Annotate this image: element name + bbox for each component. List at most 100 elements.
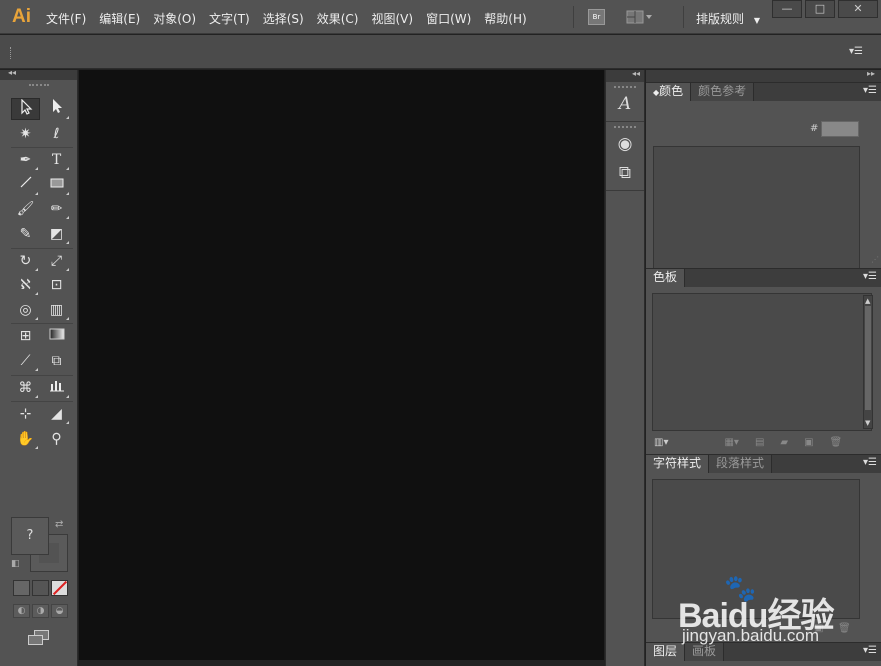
- collapse-arrows-icon[interactable]: ◂◂: [632, 69, 640, 78]
- blob-brush-tool[interactable]: ✎: [11, 223, 40, 245]
- none-mode-button[interactable]: [51, 580, 68, 596]
- color-mode-button[interactable]: [13, 580, 30, 596]
- shape-builder-tool[interactable]: ◎: [11, 299, 40, 321]
- swatches-panel: 色板 ▾☰ ▲ ▼ ▥▾ ▦▾ ▤ ▰ ▣ 🗑: [646, 268, 881, 452]
- menu-type[interactable]: 文字(T): [209, 10, 250, 27]
- rotate-tool[interactable]: ↻: [11, 250, 40, 272]
- swatches-list[interactable]: [652, 293, 872, 431]
- symbol-sprayer-tool[interactable]: ⌘: [11, 377, 40, 399]
- control-bar-grip[interactable]: [10, 47, 13, 59]
- resize-grip-icon[interactable]: ⋰: [871, 255, 879, 264]
- tab-swatches[interactable]: 色板: [646, 269, 686, 287]
- hex-label: #: [810, 123, 819, 134]
- gradient-mode-button[interactable]: [32, 580, 49, 596]
- app-logo: Ai: [12, 6, 31, 27]
- scroll-down-icon[interactable]: ▼: [865, 419, 870, 427]
- draw-inside-icon[interactable]: ◒: [51, 604, 68, 618]
- draw-normal-icon[interactable]: ◐: [13, 604, 30, 618]
- default-fill-stroke-icon[interactable]: ◧: [11, 559, 20, 569]
- screen-mode-button[interactable]: [28, 630, 50, 646]
- paintbrush-tool[interactable]: 🖌: [11, 198, 40, 220]
- arrange-documents-button[interactable]: [626, 10, 654, 27]
- panel-menu-icon[interactable]: ▾☰: [863, 271, 877, 282]
- rectangle-tool[interactable]: [42, 174, 71, 196]
- menu-help[interactable]: 帮助(H): [484, 10, 526, 27]
- scale-tool[interactable]: ⤢: [42, 250, 71, 272]
- color-spectrum[interactable]: [653, 146, 860, 272]
- panel-menu-icon[interactable]: ▾☰: [863, 85, 877, 96]
- collapse-arrows-icon[interactable]: ◂◂: [8, 68, 16, 77]
- eyedropper-tool[interactable]: ⟋: [11, 350, 40, 372]
- line-segment-tool[interactable]: [11, 174, 40, 196]
- workspace-switcher[interactable]: 排版规则 ▼: [696, 10, 760, 27]
- free-transform-tool[interactable]: ⊡: [42, 274, 71, 296]
- swatches-scrollbar[interactable]: ▲ ▼: [863, 295, 873, 429]
- pencil-tool[interactable]: ✏: [42, 198, 71, 220]
- menu-view[interactable]: 视图(V): [371, 10, 413, 27]
- document-canvas[interactable]: [79, 70, 604, 660]
- restore-button[interactable]: □: [805, 0, 835, 18]
- swatch-libraries-icon[interactable]: ▥▾: [654, 437, 668, 448]
- dock-grip[interactable]: [614, 86, 636, 88]
- chevron-down-icon: ▼: [753, 16, 760, 25]
- zoom-tool[interactable]: ⚲: [42, 428, 71, 450]
- artboard-tool[interactable]: ⊹: [11, 403, 40, 425]
- slice-tool[interactable]: ◢: [42, 403, 71, 425]
- new-color-group-icon[interactable]: ▰: [780, 437, 788, 448]
- menu-separator: [683, 6, 684, 28]
- baidu-watermark: 🐾 Baidu经验 jingyan.baidu.com: [672, 574, 872, 650]
- tab-character-styles[interactable]: 字符样式: [646, 455, 710, 473]
- tab-color[interactable]: ◆颜色: [646, 83, 692, 101]
- arrange-documents-icon: [626, 10, 652, 24]
- new-swatch-icon[interactable]: ▣: [804, 437, 813, 448]
- type-tool[interactable]: T: [42, 149, 71, 171]
- warp-tool[interactable]: ℵ: [11, 274, 40, 296]
- mesh-tool[interactable]: ⊞: [11, 325, 40, 347]
- bridge-button[interactable]: Br: [588, 9, 605, 25]
- menu-window[interactable]: 窗口(W): [426, 10, 471, 27]
- fill-swatch[interactable]: ?: [11, 517, 49, 555]
- magic-wand-tool[interactable]: ✷: [11, 123, 40, 145]
- transform-icon[interactable]: ⧉: [610, 160, 640, 186]
- pen-tool[interactable]: ✒: [11, 149, 40, 171]
- minimize-button[interactable]: —: [772, 0, 802, 18]
- menu-select[interactable]: 选择(S): [263, 10, 304, 27]
- menu-edit[interactable]: 编辑(E): [99, 10, 140, 27]
- workspace-label: 排版规则: [696, 12, 745, 26]
- scroll-up-icon[interactable]: ▲: [865, 297, 870, 305]
- appearance-icon[interactable]: ◉: [610, 131, 640, 157]
- dock-grip[interactable]: [614, 126, 636, 128]
- expand-arrows-icon[interactable]: ▸▸: [867, 69, 875, 78]
- gradient-tool[interactable]: [42, 325, 71, 347]
- control-bar: ▾☰: [0, 35, 881, 69]
- swatches-footer: ▥▾ ▦▾ ▤ ▰ ▣ 🗑: [654, 437, 854, 448]
- menu-file[interactable]: 文件(F): [46, 10, 86, 27]
- delete-swatch-icon[interactable]: 🗑: [830, 437, 843, 448]
- eraser-tool[interactable]: ◩: [42, 223, 71, 245]
- selection-tool[interactable]: [11, 98, 40, 120]
- swatch-options-icon[interactable]: ▤: [755, 437, 764, 448]
- tab-paragraph-styles[interactable]: 段落样式: [709, 455, 773, 473]
- drawing-mode-buttons: ◐ ◑ ◒: [13, 604, 70, 618]
- right-dock-header: ▸▸: [646, 69, 881, 82]
- swatches-panel-tabs: 色板 ▾☰: [646, 269, 881, 287]
- tools-panel-grip[interactable]: [28, 84, 49, 92]
- character-icon[interactable]: A: [610, 91, 640, 117]
- panel-menu-icon[interactable]: ▾☰: [849, 46, 863, 57]
- perspective-grid-tool[interactable]: ▥: [42, 299, 71, 321]
- close-button[interactable]: ✕: [838, 0, 878, 18]
- column-graph-tool[interactable]: [42, 377, 71, 399]
- tab-color-guide[interactable]: 颜色参考: [691, 83, 755, 101]
- menu-effect[interactable]: 效果(C): [317, 10, 359, 27]
- draw-behind-icon[interactable]: ◑: [32, 604, 49, 618]
- swap-fill-stroke-icon[interactable]: ⇄: [55, 519, 63, 530]
- menu-object[interactable]: 对象(O): [153, 10, 196, 27]
- panel-menu-icon[interactable]: ▾☰: [863, 457, 877, 468]
- blend-tool[interactable]: ⧉: [42, 350, 71, 372]
- show-swatch-kinds-icon[interactable]: ▦▾: [724, 437, 738, 448]
- direct-selection-tool[interactable]: [42, 98, 71, 120]
- menu-list: 文件(F) 编辑(E) 对象(O) 文字(T) 选择(S) 效果(C) 视图(V…: [46, 10, 540, 27]
- lasso-tool[interactable]: ℓ: [42, 123, 71, 145]
- hand-tool[interactable]: ✋: [11, 428, 40, 450]
- hex-field[interactable]: [821, 121, 859, 137]
